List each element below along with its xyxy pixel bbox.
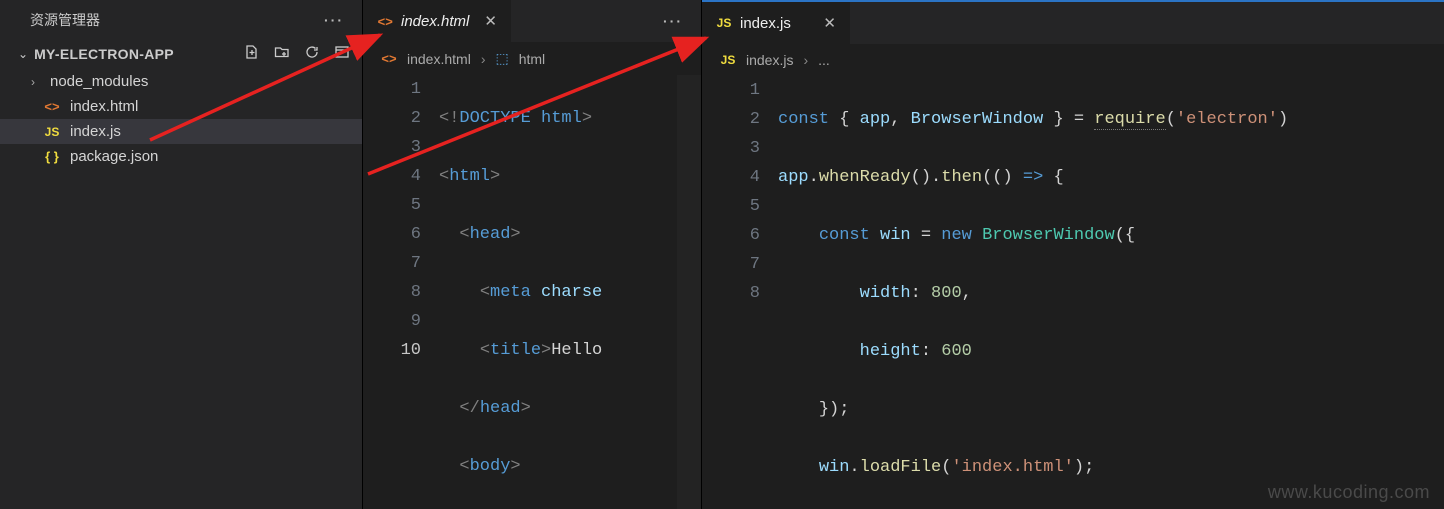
chevron-right-icon: › (481, 51, 486, 67)
collapse-icon[interactable] (334, 44, 350, 63)
editor-pane-html: <> index.html ✕ ··· <> index.html › ⬚ ht… (363, 0, 702, 509)
html-icon: <> (381, 51, 397, 67)
tree-item-label: index.js (70, 123, 121, 140)
tab-bar: JS index.js ✕ (702, 2, 1444, 44)
code-editor[interactable]: 12345678 const { app, BrowserWindow } = … (702, 76, 1444, 509)
tree-file-index-js[interactable]: JS index.js (0, 119, 362, 144)
breadcrumb-node: html (519, 51, 545, 67)
explorer-header: 资源管理器 ··· (0, 0, 362, 42)
json-icon: { } (44, 149, 60, 165)
breadcrumb-file: index.html (407, 51, 471, 67)
tab-label: index.html (401, 13, 469, 30)
tab-more-icon[interactable]: ··· (663, 13, 683, 29)
explorer-panel: 资源管理器 ··· ⌄ MY-ELECTRON-APP › node_modul… (0, 0, 363, 509)
breadcrumb[interactable]: <> index.html › ⬚ html (363, 42, 701, 75)
line-gutter: 12345678 (702, 76, 778, 509)
refresh-icon[interactable] (304, 44, 320, 63)
project-header[interactable]: ⌄ MY-ELECTRON-APP (0, 42, 362, 67)
minimap[interactable] (677, 75, 701, 509)
html-icon: <> (377, 13, 393, 29)
code-content[interactable]: <!DOCTYPE html> <html> <head> <meta char… (439, 75, 677, 509)
new-folder-icon[interactable] (274, 44, 290, 63)
tab-bar: <> index.html ✕ ··· (363, 0, 701, 42)
chevron-down-icon: ⌄ (18, 47, 28, 61)
tree-item-label: node_modules (50, 73, 148, 90)
editor-pane-js: JS index.js ✕ JS index.js › ... 12345678… (702, 0, 1444, 509)
explorer-title: 资源管理器 (30, 10, 100, 30)
html-icon: <> (44, 99, 60, 115)
app-root: 资源管理器 ··· ⌄ MY-ELECTRON-APP › node_modul… (0, 0, 1444, 509)
tree-item-label: index.html (70, 98, 138, 115)
breadcrumb-node: ... (818, 52, 830, 68)
symbol-icon: ⬚ (495, 50, 508, 67)
explorer-more-icon[interactable]: ··· (324, 12, 344, 28)
js-icon: JS (44, 124, 60, 140)
js-icon: JS (720, 52, 736, 68)
tree-item-label: package.json (70, 148, 158, 165)
tree-folder-node-modules[interactable]: › node_modules (0, 69, 362, 94)
breadcrumb[interactable]: JS index.js › ... (702, 44, 1444, 76)
tab-index-html[interactable]: <> index.html ✕ (363, 0, 511, 42)
close-icon[interactable]: ✕ (823, 14, 836, 32)
chevron-right-icon: › (26, 75, 40, 89)
tab-index-js[interactable]: JS index.js ✕ (702, 2, 850, 44)
chevron-right-icon: › (803, 52, 808, 68)
code-editor[interactable]: 12345678910 <!DOCTYPE html> <html> <head… (363, 75, 701, 509)
tab-actions: ··· (511, 13, 701, 29)
tree-file-package-json[interactable]: { } package.json (0, 144, 362, 169)
tree-file-index-html[interactable]: <> index.html (0, 94, 362, 119)
file-tree: › node_modules <> index.html JS index.js… (0, 67, 362, 169)
watermark: www.kucoding.com (1268, 482, 1430, 503)
line-gutter: 12345678910 (363, 75, 439, 509)
new-file-icon[interactable] (244, 44, 260, 63)
code-content[interactable]: const { app, BrowserWindow } = require('… (778, 76, 1444, 509)
project-actions (244, 44, 350, 63)
close-icon[interactable]: ✕ (484, 12, 497, 30)
js-icon: JS (716, 15, 732, 31)
tab-label: index.js (740, 15, 791, 32)
breadcrumb-file: index.js (746, 52, 793, 68)
project-name: MY-ELECTRON-APP (34, 46, 174, 62)
